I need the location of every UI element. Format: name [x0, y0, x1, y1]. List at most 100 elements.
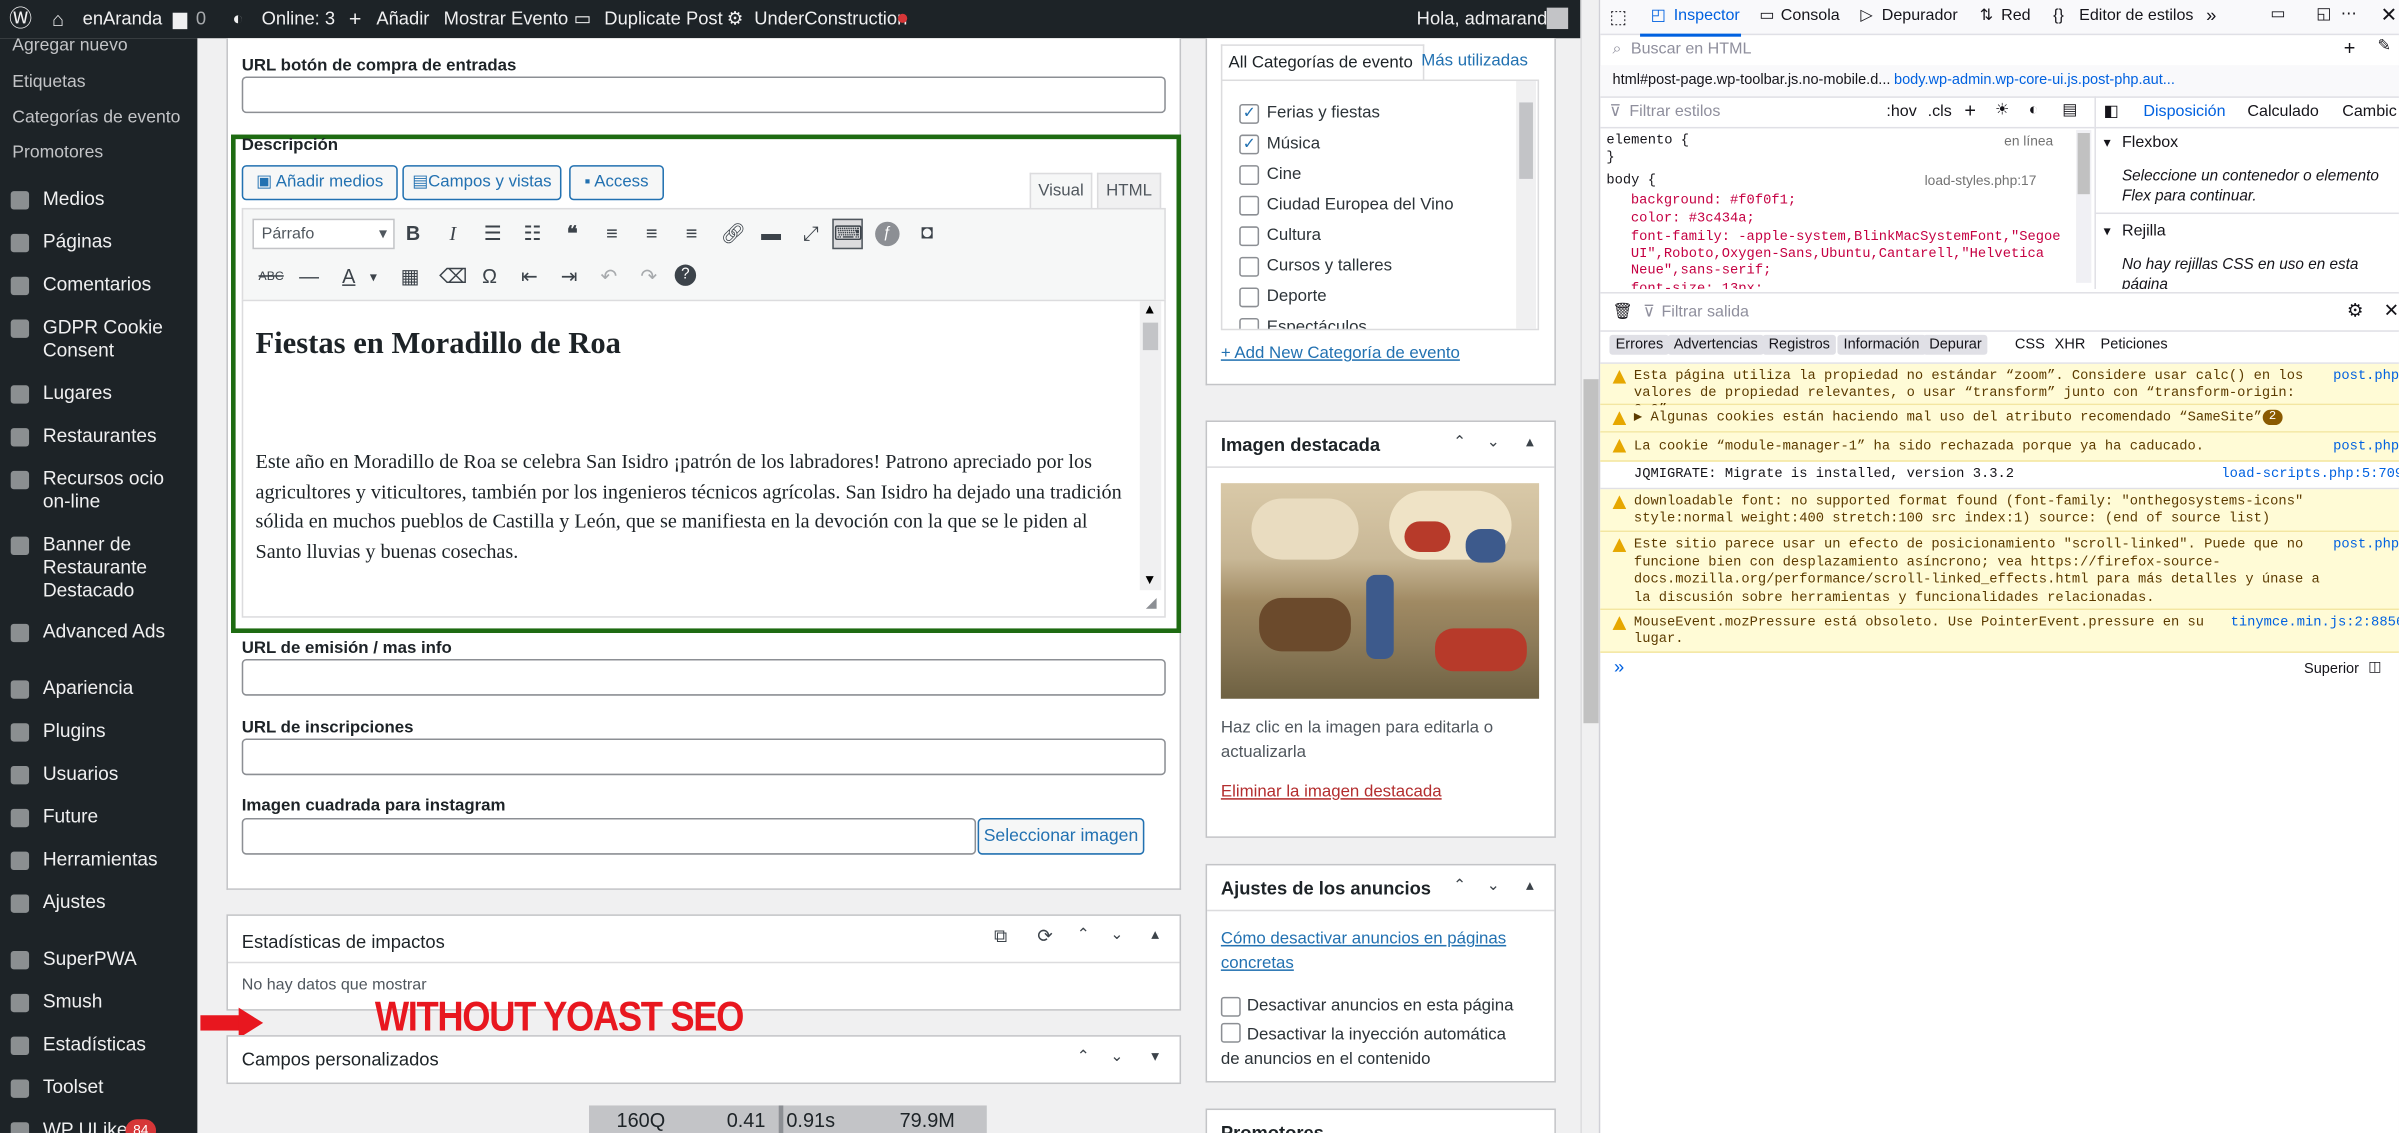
eyedropper-icon[interactable]: ✎	[2377, 37, 2390, 55]
context-selector[interactable]: Superior	[2304, 661, 2359, 678]
filter-styles-input[interactable]: Filtrar estilos	[1629, 102, 1720, 120]
duplicate-post-link[interactable]: Duplicate Post	[604, 0, 722, 38]
editor-mode-icon[interactable]: ◫	[2368, 659, 2381, 676]
select-image-button[interactable]: Seleccionar imagen	[977, 818, 1145, 855]
close-icon[interactable]: ✕	[2381, 3, 2398, 27]
wpml-icon[interactable]: ƒ	[875, 221, 900, 247]
tab-debugger[interactable]: Depurador	[1882, 6, 1958, 24]
text-color-chevron-icon[interactable]: ▾	[363, 266, 384, 287]
align-center-icon[interactable]: ≡	[641, 222, 662, 244]
filter-errors[interactable]: Errores	[1609, 334, 1670, 355]
scrollbar-thumb[interactable]	[2077, 133, 2090, 195]
breadcrumb-html[interactable]: html#post-page.wp-toolbar.js.no-mobile.d…	[1613, 72, 1891, 89]
featured-image[interactable]	[1220, 483, 1540, 699]
tab-html[interactable]: HTML	[1096, 172, 1162, 210]
responsive-icon[interactable]: ◱	[2316, 5, 2331, 23]
rules-scrollbar[interactable]	[2076, 129, 2092, 283]
toolbar-toggle-icon[interactable]: ⌨	[832, 218, 863, 250]
help-icon[interactable]: ?	[674, 264, 697, 286]
buy-url-input[interactable]	[241, 76, 1166, 114]
site-name-link[interactable]: enAranda	[83, 0, 163, 38]
cls-button[interactable]: .cls	[1928, 102, 1952, 120]
message-source[interactable]: tinymce.min.js:2:8856	[2231, 615, 2399, 630]
horizontal-line-icon[interactable]: —	[298, 265, 319, 287]
category-checkbox[interactable]: ✓	[1239, 103, 1260, 124]
paste-text-icon[interactable]: ▦	[399, 265, 420, 287]
undo-icon[interactable]: ↶	[598, 265, 619, 287]
move-up-icon[interactable]: ⌃	[1074, 1049, 1092, 1067]
pick-element-icon[interactable]: ⬚	[1609, 6, 1626, 27]
filter-requests[interactable]: Peticiones	[2101, 336, 2168, 353]
dock-icon[interactable]: ▭	[2270, 5, 2285, 23]
access-button[interactable]: ▪ Access	[569, 165, 664, 201]
online-count[interactable]: Online: 3	[262, 0, 335, 38]
trash-icon[interactable]: 🗑︎	[1613, 301, 1633, 321]
move-down-icon[interactable]: ⌄	[1484, 434, 1502, 452]
filter-info[interactable]: Información	[1837, 334, 1926, 355]
inscriptions-url-input[interactable]	[241, 738, 1166, 776]
editor-scrollbar[interactable]: ▲ ▼	[1139, 301, 1162, 591]
strikethrough-icon[interactable]: ABC	[259, 266, 284, 287]
move-up-icon[interactable]: ⌃	[1074, 927, 1092, 945]
source-link[interactable]: load-styles.php:17	[1925, 173, 2037, 188]
move-up-icon[interactable]: ⌃	[1450, 878, 1468, 896]
flexbox-heading[interactable]: Flexbox	[2122, 133, 2178, 151]
tab-changes[interactable]: Cambic	[2342, 102, 2396, 120]
text-color-icon[interactable]: A	[338, 265, 359, 287]
special-character-icon[interactable]: Ω	[479, 265, 500, 287]
category-checkbox[interactable]	[1239, 226, 1260, 247]
italic-icon[interactable]: I	[442, 222, 463, 244]
show-event-link[interactable]: Mostrar Evento	[444, 0, 568, 38]
dark-mode-icon[interactable]: ◐	[2029, 101, 2039, 119]
add-node-icon[interactable]: +	[2344, 37, 2356, 60]
scrollbar-thumb[interactable]	[1583, 379, 1599, 724]
filter-debug[interactable]: Depurar	[1923, 334, 1988, 355]
greeting[interactable]: Hola, admaranda	[1417, 0, 1558, 38]
refresh-icon[interactable]: ⟳	[1036, 927, 1054, 945]
filter-warnings[interactable]: Advertencias	[1667, 334, 1764, 355]
message-source[interactable]: post.php	[2333, 368, 2399, 383]
filter-logs[interactable]: Registros	[1762, 334, 1837, 355]
disable-ads-checkbox[interactable]	[1220, 996, 1241, 1017]
clear-formatting-icon[interactable]: ⌫	[439, 265, 467, 287]
toggle-panel-icon[interactable]: ▴	[1521, 434, 1539, 452]
add-new-category-link[interactable]: + Add New Categoría de evento	[1221, 344, 1460, 362]
link-icon[interactable]: 🔗︎	[721, 222, 746, 244]
menu-icon[interactable]: ⋯	[2341, 5, 2357, 23]
add-rule-icon[interactable]: +	[1964, 99, 1976, 122]
tab-layout[interactable]: Disposición	[2143, 102, 2225, 120]
close-icon[interactable]: ✕	[2384, 300, 2399, 321]
print-mode-icon[interactable]: ▤	[2062, 101, 2077, 119]
add-media-button[interactable]: ▣ Añadir medios	[241, 165, 398, 201]
category-scrollbar[interactable]	[1516, 81, 1537, 329]
format-select[interactable]: Párrafo ▾	[252, 218, 395, 250]
ads-help-link[interactable]: Cómo desactivar anuncios en páginas conc…	[1221, 927, 1535, 976]
tab-computed[interactable]: Calculado	[2247, 102, 2318, 120]
numbered-list-icon[interactable]: ☷	[522, 222, 543, 244]
page-scrollbar[interactable]	[1580, 0, 1601, 1133]
gear-icon[interactable]: ⚙	[2347, 300, 2363, 321]
expand-icon[interactable]: ▾	[2104, 223, 2111, 240]
category-checkbox[interactable]	[1239, 195, 1260, 216]
bold-icon[interactable]: B	[402, 222, 423, 244]
align-left-icon[interactable]: ≡	[601, 222, 622, 244]
category-checkbox[interactable]	[1239, 165, 1260, 186]
sidebar-toggle-icon[interactable]: ◧	[2104, 102, 2119, 120]
remove-featured-image-link[interactable]: Eliminar la imagen destacada	[1221, 783, 1442, 801]
emission-url-input[interactable]	[241, 658, 1166, 696]
tab-visual[interactable]: Visual	[1029, 172, 1093, 210]
tab-all-categories[interactable]: All Categorías de evento	[1220, 44, 1425, 80]
toggle-panel-icon[interactable]: ▾	[1146, 1049, 1164, 1067]
instagram-image-input[interactable]	[241, 818, 977, 855]
tab-inspector[interactable]: ◰ Inspector	[1640, 0, 1742, 37]
blockquote-icon[interactable]: ❝	[561, 222, 582, 244]
scrollbar-thumb[interactable]	[1142, 322, 1159, 351]
category-checkbox[interactable]: ✓	[1239, 134, 1260, 155]
fullscreen-icon[interactable]: ⤢	[800, 222, 821, 244]
toggle-panel-icon[interactable]: ▴	[1521, 878, 1539, 896]
under-construction-link[interactable]: UnderConstruction	[754, 0, 907, 38]
filter-xhr[interactable]: XHR	[2055, 336, 2086, 353]
indent-icon[interactable]: ⇥	[558, 265, 579, 287]
tab-console[interactable]: Consola	[1781, 6, 1840, 24]
outdent-icon[interactable]: ⇤	[519, 265, 540, 287]
